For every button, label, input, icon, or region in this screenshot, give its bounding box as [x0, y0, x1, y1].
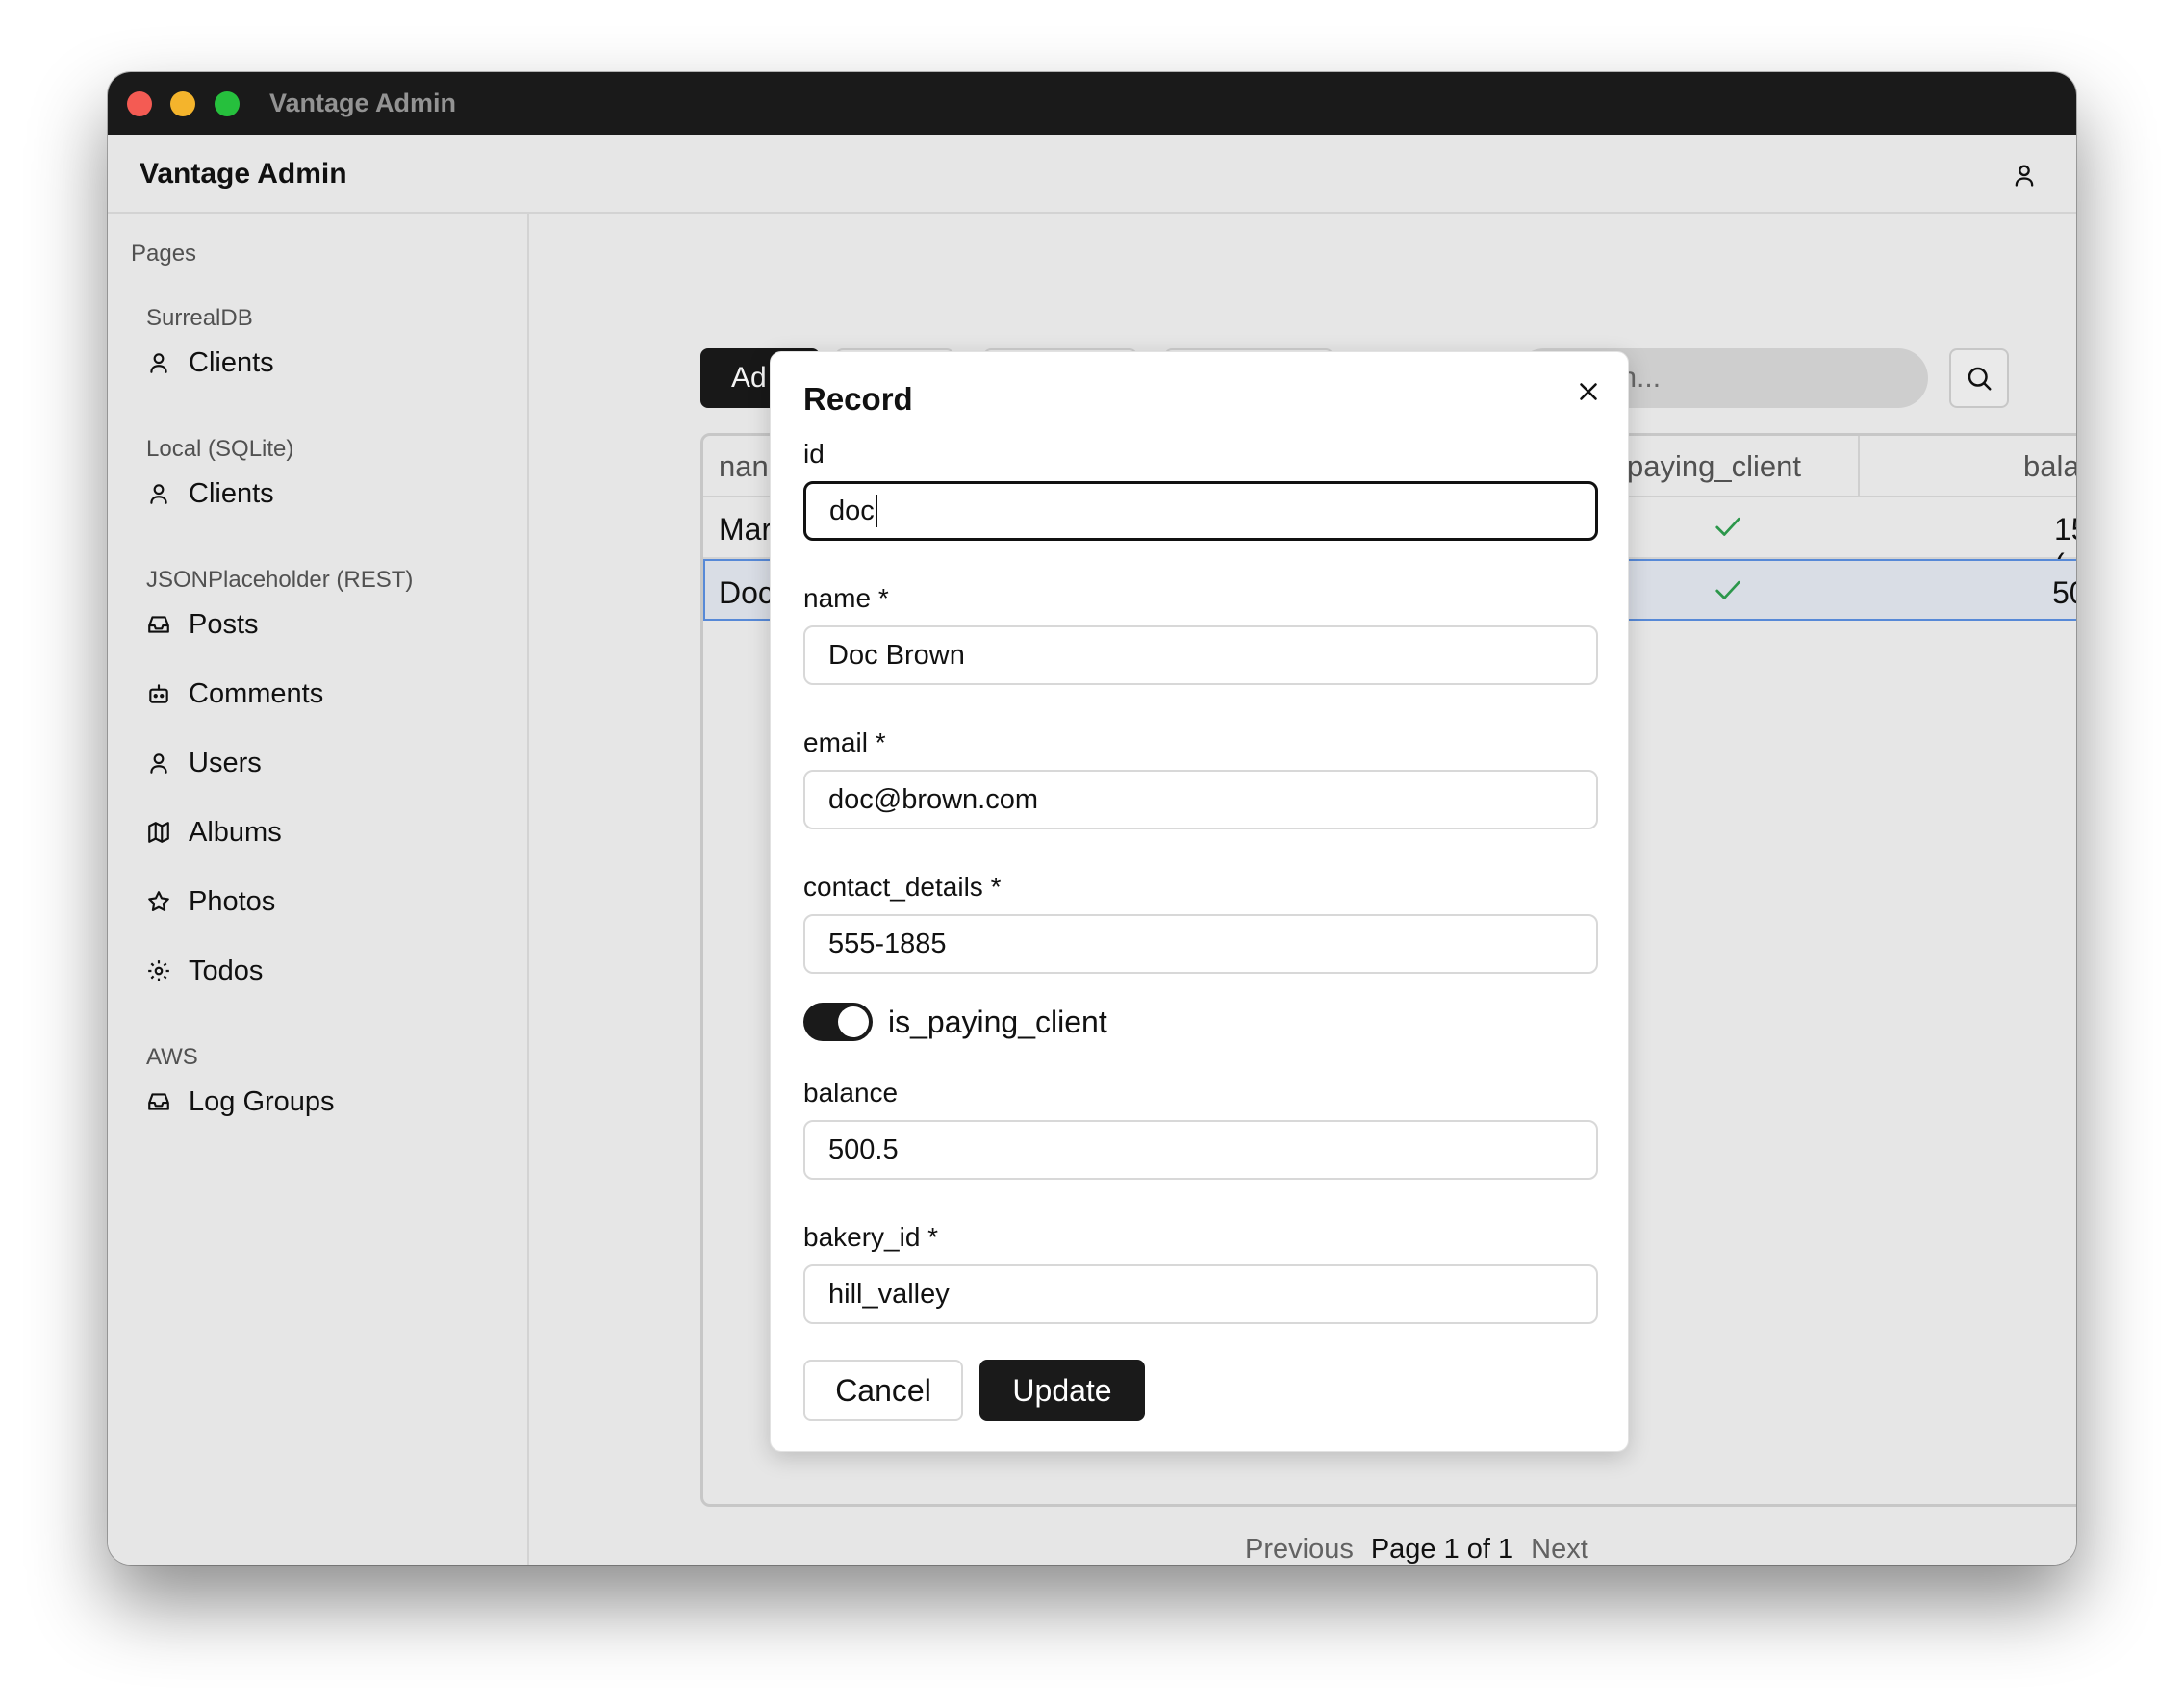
id-field[interactable]: doc	[803, 481, 1598, 541]
bot-icon	[149, 684, 168, 703]
check-icon	[1715, 517, 1740, 536]
sidebar-item-local-clients[interactable]: Clients	[146, 470, 502, 518]
sidebar-item-label: Photos	[189, 885, 276, 917]
update-button[interactable]: Update	[979, 1360, 1145, 1421]
id-label: id	[803, 439, 825, 469]
is-paying-client-label: is_paying_client	[888, 1005, 1107, 1039]
inbox-icon	[148, 1093, 169, 1110]
sidebar-item-label: Posts	[189, 608, 259, 640]
column-header-name[interactable]: nan	[719, 449, 769, 484]
cell-name: Mar	[719, 512, 773, 547]
name-field[interactable]	[803, 625, 1598, 685]
map-icon	[148, 822, 169, 843]
sidebar-item-posts[interactable]: Posts	[146, 600, 502, 649]
sidebar-group-surrealdb: SurrealDB	[146, 305, 253, 331]
check-icon	[1715, 580, 1740, 599]
app-window: Vantage Admin Vantage Admin Pages Surrea…	[108, 72, 2076, 1565]
name-label: name *	[803, 583, 889, 613]
inbox-icon	[148, 616, 169, 633]
bakery-id-field[interactable]	[803, 1264, 1598, 1324]
is-paying-client-toggle[interactable]	[803, 1003, 873, 1041]
user-icon	[150, 753, 167, 774]
search-button[interactable]	[1949, 348, 2009, 408]
user-icon[interactable]	[2011, 162, 2038, 189]
sidebar-item-todos[interactable]: Todos	[146, 947, 502, 995]
sidebar-item-comments[interactable]: Comments	[146, 670, 502, 718]
sidebar-group-local-sqlite: Local (SQLite)	[146, 436, 294, 462]
cell-name: Doc	[719, 575, 774, 610]
sidebar-group-aws: AWS	[146, 1044, 198, 1070]
page-indicator: Page 1 of 1	[1370, 1534, 1514, 1565]
next-page-button[interactable]: Next	[1531, 1534, 1588, 1565]
sidebar-item-label: Todos	[189, 955, 264, 986]
sidebar-item-label: Clients	[189, 477, 274, 509]
column-header-balance[interactable]: balanc	[2023, 449, 2076, 484]
sidebar-group-jsonplaceholder: JSONPlaceholder (REST)	[146, 567, 414, 593]
email-label: email *	[803, 727, 886, 757]
app-title: Vantage Admin	[140, 158, 347, 190]
sidebar-item-label: Comments	[189, 677, 324, 709]
sidebar-item-surrealdb-clients[interactable]: Clients	[146, 339, 502, 387]
add-button-label: Ad	[731, 362, 767, 394]
sidebar-item-photos[interactable]: Photos	[146, 878, 502, 926]
contact-details-label: contact_details *	[803, 872, 1002, 902]
balance-label: balance	[803, 1078, 899, 1108]
sidebar: Pages SurrealDB Clients Local (SQLite) C…	[108, 214, 529, 1565]
column-header-is-paying-client[interactable]: paying_client	[1627, 449, 1801, 484]
email-field[interactable]	[803, 770, 1598, 829]
user-icon	[150, 484, 167, 504]
previous-page-button[interactable]: Previous	[1245, 1534, 1354, 1565]
star-icon	[148, 891, 169, 911]
record-dialog: Record id doc name * email * contact_det…	[770, 351, 1629, 1452]
sidebar-item-label: Log Groups	[189, 1085, 335, 1117]
cancel-button[interactable]: Cancel	[803, 1360, 963, 1421]
sidebar-item-label: Users	[189, 747, 262, 778]
app-header: Vantage Admin	[108, 135, 2076, 214]
sidebar-item-users[interactable]: Users	[146, 739, 502, 787]
maximize-window-button[interactable]	[215, 91, 240, 116]
text-caret	[875, 495, 877, 527]
search-icon	[1968, 367, 1992, 391]
bakery-id-label: bakery_id *	[803, 1222, 939, 1252]
close-icon[interactable]	[1574, 377, 1603, 406]
user-icon	[150, 353, 167, 373]
close-window-button[interactable]	[127, 91, 152, 116]
minimize-window-button[interactable]	[170, 91, 195, 116]
sidebar-item-label: Clients	[189, 346, 274, 378]
sidebar-item-label: Albums	[189, 816, 282, 848]
window-titlebar: Vantage Admin	[108, 72, 2076, 135]
toggle-knob	[838, 1006, 869, 1037]
dialog-title: Record	[803, 381, 913, 417]
id-value: doc	[829, 495, 875, 526]
pagination: Previous Page 1 of 1 Next	[1245, 1534, 1588, 1565]
window-title: Vantage Admin	[269, 89, 457, 117]
column-divider	[1858, 436, 1860, 497]
sidebar-heading: Pages	[131, 241, 197, 267]
cell-balance: 500.	[2052, 575, 2076, 610]
gear-icon	[148, 960, 169, 981]
contact-details-field[interactable]	[803, 914, 1598, 974]
sidebar-item-log-groups[interactable]: Log Groups	[146, 1078, 502, 1126]
sidebar-item-albums[interactable]: Albums	[146, 808, 502, 856]
balance-field[interactable]	[803, 1120, 1598, 1180]
